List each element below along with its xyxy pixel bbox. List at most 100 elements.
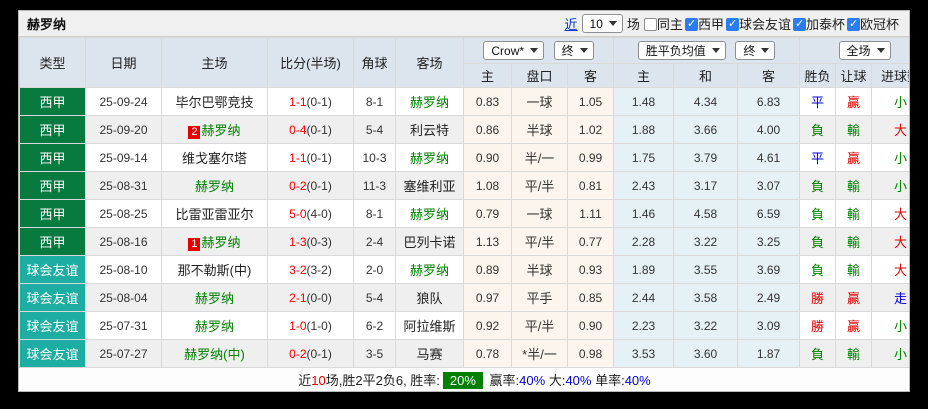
home-team: 那不勒斯(中) <box>162 256 268 284</box>
filter-toolbar: 近 10 场 同主西甲球会友谊加泰杯欧冠杯 <box>565 14 901 33</box>
corner-score: 2-0 <box>354 256 396 284</box>
handicap-outcome: 贏 <box>836 284 872 312</box>
home-team: 比雷亚雷亚尔 <box>162 200 268 228</box>
score: 1-1(0-1) <box>268 88 354 116</box>
match-type: 西甲 <box>20 172 86 200</box>
away-team: 塞维利亚 <box>396 172 464 200</box>
score: 0-4(0-1) <box>268 116 354 144</box>
avg-draw-odds: 4.34 <box>674 88 738 116</box>
match-date: 25-08-25 <box>86 200 162 228</box>
result-outcome: 負 <box>800 116 836 144</box>
sub-header-result: 胜负 <box>800 64 836 88</box>
handicap-outcome: 輸 <box>836 116 872 144</box>
summary-stat-value: 40% <box>565 373 591 388</box>
avg-draw-odds: 3.66 <box>674 116 738 144</box>
match-type: 西甲 <box>20 88 86 116</box>
handicap-company-select[interactable]: Crow* <box>483 41 544 60</box>
summary-mid: 场,胜2平2负6, 胜率: <box>326 373 440 388</box>
home-team: 赫罗纳(中) <box>162 340 268 368</box>
chevron-down-icon <box>761 48 769 53</box>
table-row: 西甲25-09-202赫罗纳0-4(0-1)5-4利云特0.86半球1.021.… <box>20 116 911 144</box>
handicap-outcome: 贏 <box>836 312 872 340</box>
table-row: 西甲25-08-161赫罗纳1-3(0-3)2-4巴列卡诺1.13平/半0.77… <box>20 228 911 256</box>
near-link[interactable]: 近 <box>565 14 578 33</box>
summary-prefix: 近 <box>298 373 311 388</box>
avg-draw-odds: 3.60 <box>674 340 738 368</box>
home-team: 维戈塞尔塔 <box>162 144 268 172</box>
scope-group-header: 全场 <box>800 38 910 64</box>
sub-header-handicap-result: 让球 <box>836 64 872 88</box>
avg-home-odds: 1.48 <box>614 88 674 116</box>
handicap-line: *半/一 <box>512 340 568 368</box>
handicap-away-odds: 0.81 <box>568 172 614 200</box>
summary-stat-label: 赢率: <box>486 373 519 388</box>
col-header-corner: 角球 <box>354 38 396 88</box>
avg-draw-odds: 3.55 <box>674 256 738 284</box>
score: 5-0(4-0) <box>268 200 354 228</box>
away-team: 狼队 <box>396 284 464 312</box>
sub-header-avg-home: 主 <box>614 64 674 88</box>
handicap-outcome: 贏 <box>836 144 872 172</box>
handicap-away-odds: 0.77 <box>568 228 614 256</box>
summary-stat-label: 大: <box>545 373 565 388</box>
away-team: 赫罗纳 <box>396 200 464 228</box>
filter-label: 西甲 <box>698 17 724 32</box>
match-date: 25-07-27 <box>86 340 162 368</box>
away-team: 马赛 <box>396 340 464 368</box>
match-type: 球会友谊 <box>20 256 86 284</box>
corner-score: 10-3 <box>354 144 396 172</box>
handicap-home-odds: 1.13 <box>464 228 512 256</box>
red-card-badge: 2 <box>188 126 200 139</box>
filter-checkbox-球会友谊[interactable] <box>726 18 739 31</box>
handicap-line: 半/一 <box>512 144 568 172</box>
score: 1-3(0-3) <box>268 228 354 256</box>
page-title: 赫罗纳 <box>27 14 66 33</box>
avg-draw-odds: 3.22 <box>674 228 738 256</box>
handicap-home-odds: 0.83 <box>464 88 512 116</box>
filter-checkbox-欧冠杯[interactable] <box>847 18 860 31</box>
handicap-line: 平手 <box>512 284 568 312</box>
avg-home-odds: 2.28 <box>614 228 674 256</box>
match-history-panel: 赫罗纳 近 10 场 同主西甲球会友谊加泰杯欧冠杯 类型 日期 主场 比分(半场 <box>18 10 910 392</box>
away-team: 利云特 <box>396 116 464 144</box>
goals-outcome: 小 <box>872 172 910 200</box>
corner-score: 6-2 <box>354 312 396 340</box>
match-type: 西甲 <box>20 116 86 144</box>
scope-select[interactable]: 全场 <box>839 41 891 60</box>
goals-outcome: 小 <box>872 88 910 116</box>
filter-checkbox-同主[interactable] <box>644 18 657 31</box>
avg-home-odds: 1.88 <box>614 116 674 144</box>
summary-stats: 赢率:40% 大:40% 单率:40% <box>486 373 651 388</box>
europe-final-select[interactable]: 终 <box>735 41 775 60</box>
chevron-down-icon <box>877 48 885 53</box>
goals-outcome: 小 <box>872 144 910 172</box>
match-type: 球会友谊 <box>20 340 86 368</box>
handicap-home-odds: 0.89 <box>464 256 512 284</box>
handicap-line: 平/半 <box>512 312 568 340</box>
home-team: 赫罗纳 <box>162 284 268 312</box>
avg-away-odds: 4.00 <box>738 116 800 144</box>
goals-outcome: 大 <box>872 228 910 256</box>
avg-home-odds: 1.46 <box>614 200 674 228</box>
handicap-group-header: Crow* 终 <box>464 38 614 64</box>
col-header-home: 主场 <box>162 38 268 88</box>
sub-header-handicap-away: 客 <box>568 64 614 88</box>
avg-away-odds: 3.07 <box>738 172 800 200</box>
match-date: 25-08-04 <box>86 284 162 312</box>
title-bar: 赫罗纳 近 10 场 同主西甲球会友谊加泰杯欧冠杯 <box>19 11 909 37</box>
goals-outcome: 大 <box>872 116 910 144</box>
handicap-final-select[interactable]: 终 <box>554 41 594 60</box>
match-count-select[interactable]: 10 <box>582 14 623 33</box>
handicap-home-odds: 0.86 <box>464 116 512 144</box>
score: 0-2(0-1) <box>268 172 354 200</box>
chevron-down-icon <box>609 21 617 26</box>
handicap-outcome: 輸 <box>836 200 872 228</box>
match-history-table: 类型 日期 主场 比分(半场) 角球 客场 Crow* 终 <box>19 37 910 392</box>
handicap-home-odds: 0.79 <box>464 200 512 228</box>
result-outcome: 負 <box>800 200 836 228</box>
col-header-score: 比分(半场) <box>268 38 354 88</box>
table-row: 西甲25-09-14维戈塞尔塔1-1(0-1)10-3赫罗纳0.90半/一0.9… <box>20 144 911 172</box>
europe-avg-select[interactable]: 胜平负均值 <box>638 41 726 60</box>
filter-checkbox-加泰杯[interactable] <box>793 18 806 31</box>
filter-checkbox-西甲[interactable] <box>685 18 698 31</box>
